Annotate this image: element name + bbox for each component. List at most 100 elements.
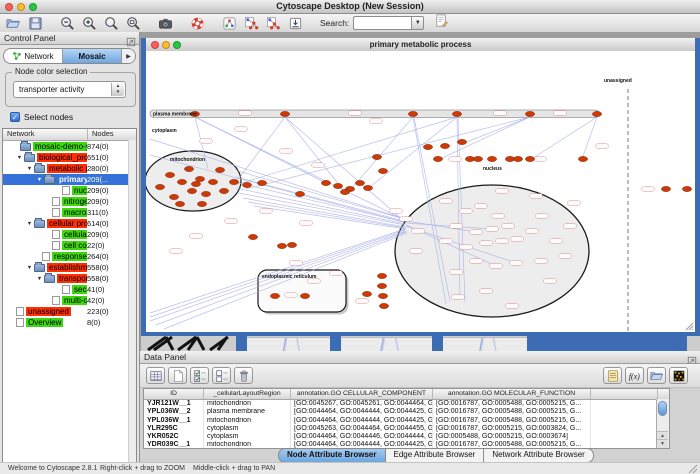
network-node[interactable] — [229, 179, 238, 184]
network-node[interactable] — [578, 156, 587, 161]
tree-row-macromolecule[interactable]: macromolecule311(0) — [3, 207, 136, 218]
tree-expand-arrow-icon[interactable]: ▼ — [25, 221, 34, 227]
network-node[interactable] — [408, 111, 417, 116]
node-label-capsule[interactable] — [511, 237, 524, 242]
node-label-capsule[interactable] — [449, 157, 462, 162]
tree-row-metabolic-process[interactable]: ▼metabolic process280(0) — [3, 163, 136, 174]
node-label-capsule[interactable] — [412, 229, 425, 234]
tab-network[interactable]: Network — [4, 49, 63, 63]
float-panel-icon[interactable] — [126, 34, 136, 44]
node-label-capsule[interactable] — [410, 249, 423, 254]
column-header[interactable]: ID — [144, 389, 204, 399]
import-table-button[interactable] — [286, 15, 304, 31]
network-node[interactable] — [169, 194, 178, 199]
network-node[interactable] — [378, 293, 387, 298]
network-node[interactable] — [525, 111, 534, 116]
node-label-capsule[interactable] — [564, 224, 577, 229]
node-label-capsule[interactable] — [544, 279, 557, 284]
search-dropdown-button[interactable]: ▼ — [411, 16, 424, 30]
node-label-capsule[interactable] — [526, 229, 539, 234]
tree-row-secretion[interactable]: secretion41(0) — [3, 284, 136, 295]
network-node[interactable] — [201, 191, 210, 196]
node-label-capsule[interactable] — [596, 144, 609, 149]
network-node[interactable] — [682, 186, 691, 191]
tree-row-multi-organism-pro[interactable]: multi-organism pro42(0) — [3, 295, 136, 306]
network-node[interactable] — [661, 186, 670, 191]
snapshot-camera-button[interactable] — [156, 15, 174, 31]
network-node[interactable] — [423, 144, 432, 149]
network-node[interactable] — [300, 293, 309, 298]
node-label-capsule[interactable] — [440, 239, 453, 244]
node-label-capsule[interactable] — [356, 299, 369, 304]
tree-row-response-to-stimulu[interactable]: response to stimulu264(0) — [3, 251, 136, 262]
node-label-capsule[interactable] — [554, 111, 567, 116]
node-label-capsule[interactable] — [486, 227, 499, 232]
annotation-grid-button[interactable] — [220, 15, 238, 31]
table-scroll-thumb[interactable] — [658, 401, 667, 416]
node-label-capsule[interactable] — [470, 230, 483, 235]
node-label-capsule[interactable] — [492, 214, 505, 219]
background-window-pane[interactable] — [443, 337, 527, 351]
node-label-capsule[interactable] — [470, 259, 483, 264]
tree-expand-arrow-icon[interactable]: ▼ — [25, 166, 34, 172]
tab-edge-attribute-browser[interactable]: Edge Attribute Browser — [385, 448, 485, 463]
tree-row-establishment-of-lo[interactable]: ▼establishment of lo558(0) — [3, 262, 136, 273]
network-node[interactable] — [452, 111, 461, 116]
network-node[interactable] — [257, 180, 266, 185]
node-label-capsule[interactable] — [568, 201, 581, 206]
node-label-capsule[interactable] — [225, 219, 238, 224]
network-node[interactable] — [321, 180, 330, 185]
tab-mosaic[interactable]: Mosaic — [63, 49, 122, 63]
import-attributes-button[interactable] — [647, 367, 666, 384]
network-node[interactable] — [165, 172, 174, 177]
scroll-down-button[interactable]: ▼ — [657, 439, 668, 448]
node-label-capsule[interactable] — [480, 289, 493, 294]
network-node[interactable] — [372, 154, 381, 159]
app-resize-grip[interactable] — [688, 464, 698, 474]
node-label-capsule[interactable] — [530, 194, 543, 199]
node-label-capsule[interactable] — [490, 264, 503, 269]
node-label-capsule[interactable] — [390, 209, 403, 214]
unselect-attributes-button[interactable] — [212, 367, 231, 384]
node-label-capsule[interactable] — [510, 261, 523, 266]
node-label-capsule[interactable] — [370, 119, 383, 124]
table-row[interactable]: YPL036W__1mitochondrion[GO:0044464, GO:0… — [144, 417, 669, 425]
node-label-capsule[interactable] — [460, 245, 473, 250]
tree-expand-arrow-icon[interactable]: ▼ — [15, 155, 24, 161]
node-label-capsule[interactable] — [475, 204, 488, 209]
table-row[interactable]: YJR121W__1mitochondrion[GO:0045267, GO:0… — [144, 400, 669, 408]
network-merge-a-button[interactable] — [242, 15, 260, 31]
node-label-capsule[interactable] — [330, 271, 343, 276]
network-node[interactable] — [525, 156, 534, 161]
network-node[interactable] — [208, 179, 217, 184]
table-row[interactable]: YLR295Ccytoplasm[GO:0045263, GO:0044464,… — [144, 425, 669, 433]
node-label-capsule[interactable] — [400, 217, 413, 222]
tab-overflow-button[interactable]: ▶ — [122, 49, 135, 63]
network-node[interactable] — [378, 168, 387, 173]
network-node[interactable] — [363, 185, 372, 190]
node-label-capsule[interactable] — [260, 209, 273, 214]
tree-row-overview[interactable]: Overview8(0) — [3, 317, 136, 328]
node-label-capsule[interactable] — [535, 259, 548, 264]
zoom-in-button[interactable] — [80, 15, 98, 31]
network-node[interactable] — [270, 293, 279, 298]
help-lifering-button[interactable] — [188, 15, 206, 31]
column-header[interactable]: _cellularLayoutRegion — [204, 389, 291, 399]
node-label-capsule[interactable] — [290, 261, 303, 266]
tab-network-attribute-browser[interactable]: Network Attribute Browser — [483, 448, 593, 463]
network-node[interactable] — [377, 273, 386, 278]
network-node[interactable] — [440, 143, 449, 148]
column-header[interactable]: annotation.GO MOLECULAR_FUNCTION — [433, 389, 591, 399]
node-label-capsule[interactable] — [506, 304, 519, 309]
tree-row-cellular-process[interactable]: ▼cellular process614(0) — [3, 218, 136, 229]
node-label-capsule[interactable] — [440, 199, 453, 204]
table-row[interactable]: YKR052Ccytoplasm[GO:0044464, GO:0044446,… — [144, 433, 669, 441]
network-merge-b-button[interactable] — [264, 15, 282, 31]
network-node[interactable] — [379, 303, 388, 308]
node-label-capsule[interactable] — [235, 127, 248, 132]
network-node[interactable] — [187, 188, 196, 193]
tree-row-nucleobase-[interactable]: nucleobase-209(0) — [3, 185, 136, 196]
network-node[interactable] — [197, 201, 206, 206]
table-row[interactable]: YPL036W__2plasma membrane[GO:0044464, GO… — [144, 408, 669, 416]
node-label-capsule[interactable] — [190, 234, 203, 239]
